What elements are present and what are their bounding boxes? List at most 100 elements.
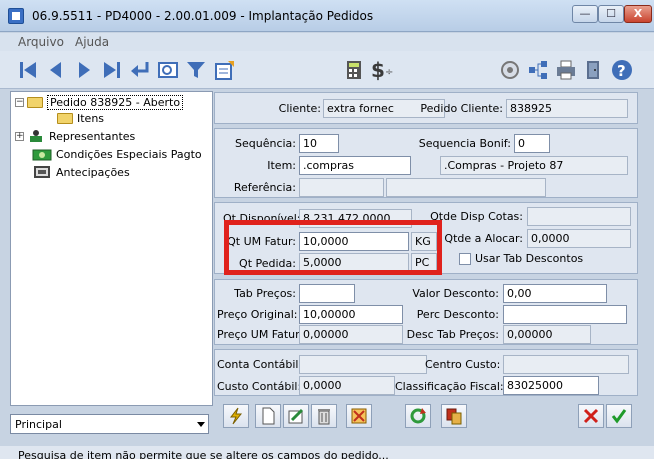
find-button[interactable] — [498, 58, 522, 82]
edit-list-button[interactable] — [212, 58, 236, 82]
process-button[interactable] — [223, 404, 249, 428]
tree-item-antecipacoes[interactable]: Antecipações — [32, 165, 130, 179]
new-document-icon — [262, 407, 275, 425]
prices-panel: Tab Preços: Valor Desconto: 0,00 Preço O… — [214, 279, 638, 345]
enter-arrow-icon — [131, 62, 149, 77]
tree-item-condicoes[interactable]: Condições Especiais Pagto — [32, 147, 202, 161]
highlight-annotation — [224, 220, 442, 275]
filter-icon — [187, 62, 205, 78]
window-title: 06.9.5511 - PD4000 - 2.00.01.009 - Impla… — [32, 9, 374, 23]
desc-tab-precos-field[interactable]: 0,00000 — [503, 325, 591, 344]
preco-um-fatur-field[interactable]: 0,00000 — [299, 325, 403, 344]
filter-button[interactable] — [184, 58, 208, 82]
confirm-button[interactable] — [606, 404, 632, 428]
principal-select-value: Principal — [15, 418, 62, 431]
printer-icon — [557, 60, 575, 80]
previous-record-button[interactable] — [44, 58, 68, 82]
print-button[interactable] — [554, 58, 578, 82]
sequencia-bonif-field[interactable]: 0 — [514, 134, 550, 153]
preco-original-field[interactable]: 10,00000 — [299, 305, 403, 324]
delete-button[interactable] — [311, 404, 337, 428]
pedido-cliente-field[interactable]: 838925 — [506, 99, 628, 118]
menu-arquivo[interactable]: Arquivo — [18, 35, 64, 49]
status-bar: Pesquisa de item não permite que se alte… — [0, 446, 654, 459]
door-exit-icon — [587, 61, 599, 79]
maximize-button[interactable]: ☐ — [598, 5, 624, 23]
hierarchy-icon — [529, 61, 547, 79]
tree-item-representantes[interactable]: + Representantes — [15, 129, 135, 143]
minimize-button[interactable]: — — [572, 5, 598, 23]
perc-desconto-field[interactable] — [503, 305, 627, 324]
cliente-label: Cliente: — [278, 102, 321, 115]
item-field[interactable]: .compras — [299, 156, 411, 175]
header-panel: Cliente: extra fornec Pedido Cliente: 83… — [214, 92, 638, 124]
calculator-icon — [347, 61, 361, 79]
document-cancel-icon — [351, 408, 367, 424]
go-to-button[interactable] — [128, 58, 152, 82]
new-button[interactable] — [255, 404, 281, 428]
advance-payments-icon — [34, 166, 50, 178]
folder-icon — [57, 113, 73, 124]
close-button[interactable]: X — [624, 5, 652, 23]
last-record-button[interactable] — [100, 58, 124, 82]
payment-conditions-icon — [32, 149, 52, 161]
valor-desconto-field[interactable]: 0,00 — [503, 284, 607, 303]
conta-contabil-field[interactable] — [299, 355, 427, 374]
tree-item-label: Itens — [77, 112, 105, 125]
cancel-button[interactable] — [578, 404, 604, 428]
sequencia-label: Sequência: — [235, 137, 296, 150]
tree-item-label: Pedido 838925 - Aberto — [47, 95, 184, 110]
pricing-button[interactable]: $ ÷ — [368, 58, 396, 82]
search-button[interactable] — [156, 58, 180, 82]
copy-button[interactable] — [441, 404, 467, 428]
usar-tab-descontos-checkbox[interactable] — [459, 253, 471, 265]
valor-desconto-label: Valor Desconto: — [412, 287, 499, 300]
tree-item-itens[interactable]: Itens — [57, 112, 104, 125]
help-button[interactable]: ? — [610, 58, 634, 82]
first-record-button[interactable] — [16, 58, 40, 82]
collapse-icon[interactable]: − — [15, 98, 24, 107]
tree-item-label: Representantes — [49, 129, 136, 143]
chevron-down-icon — [197, 422, 205, 427]
help-icon: ? — [612, 60, 632, 80]
referencia-label: Referência: — [233, 181, 296, 194]
referencia-description-field[interactable] — [386, 178, 546, 197]
next-record-button[interactable] — [72, 58, 96, 82]
tab-precos-field[interactable] — [299, 284, 355, 303]
exit-button[interactable] — [582, 58, 606, 82]
qtde-disp-cotas-field[interactable] — [527, 207, 631, 226]
binoculars-icon — [501, 61, 519, 79]
qtde-alocar-field[interactable]: 0,0000 — [527, 229, 631, 248]
principal-select[interactable]: Principal — [10, 414, 209, 434]
refresh-button[interactable] — [405, 404, 431, 428]
desc-tab-precos-label: Desc Tab Preços: — [406, 328, 499, 341]
representatives-icon — [30, 130, 42, 142]
classificacao-fiscal-field[interactable]: 83025000 — [503, 376, 599, 395]
cancel-edit-button[interactable] — [346, 404, 372, 428]
dollar-icon: $ ÷ — [371, 59, 393, 81]
sequencia-field[interactable]: 10 — [299, 134, 339, 153]
expand-icon[interactable]: + — [15, 131, 24, 141]
lightning-icon — [229, 407, 243, 425]
tab-precos-label: Tab Preços: — [234, 287, 296, 300]
menu-ajuda[interactable]: Ajuda — [75, 35, 109, 49]
edit-icon — [288, 408, 304, 424]
edit-button[interactable] — [283, 404, 309, 428]
refresh-icon — [410, 408, 426, 424]
tree-item-pedido[interactable]: − Pedido 838925 - Aberto — [15, 95, 184, 110]
svg-text:?: ? — [617, 62, 626, 80]
pedido-cliente-label: Pedido Cliente: — [420, 102, 503, 115]
title-bar: 06.9.5511 - PD4000 - 2.00.01.009 - Impla… — [0, 0, 654, 32]
accounting-panel: Conta Contábil: Centro Custo: Custo Cont… — [214, 349, 638, 396]
svg-text:÷: ÷ — [385, 67, 393, 78]
custo-contabil-field[interactable]: 0,0000 — [299, 376, 395, 395]
item-description-field[interactable]: .Compras - Projeto 87 — [440, 156, 628, 175]
cancel-x-icon — [583, 408, 599, 424]
referencia-field[interactable] — [299, 178, 384, 197]
copy-icon — [446, 408, 462, 425]
perc-desconto-label: Perc Desconto: — [416, 308, 499, 321]
hierarchy-button[interactable] — [526, 58, 550, 82]
calculator-button[interactable] — [342, 58, 366, 82]
folder-icon — [27, 97, 43, 108]
centro-custo-field[interactable] — [503, 355, 629, 374]
